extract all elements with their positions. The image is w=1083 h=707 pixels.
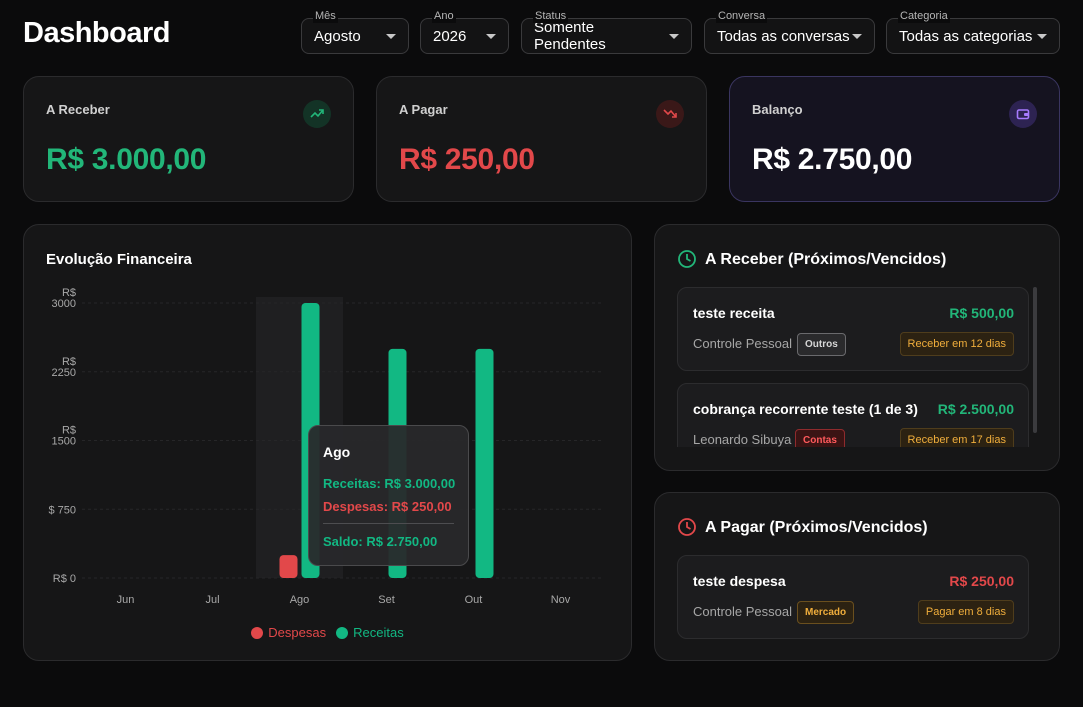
status-select[interactable]: Somente Pendentes: [521, 18, 692, 54]
trending-up-icon: [303, 100, 331, 128]
month-select[interactable]: Agosto: [301, 18, 409, 54]
wallet-icon: [1009, 100, 1037, 128]
item-owner: Leonardo Sibuya: [693, 432, 792, 447]
chevron-down-icon: [669, 33, 679, 39]
kpi-value: R$ 2.750,00: [752, 143, 913, 176]
payables-card: A Pagar (Próximos/Vencidos) teste despes…: [654, 492, 1060, 661]
receivables-card: A Receber (Próximos/Vencidos) teste rece…: [654, 224, 1060, 471]
item-amount: R$ 2.500,00: [937, 401, 1014, 417]
chevron-down-icon: [486, 33, 496, 39]
legend-label: Despesas: [268, 625, 327, 640]
trending-down-icon: [656, 100, 684, 128]
due-badge: Pagar em 8 dias: [917, 600, 1014, 624]
tooltip-title: Ago: [323, 444, 351, 460]
chart-tooltip: Ago Receitas: R$ 3.000,00 Despesas: R$ 2…: [308, 425, 469, 566]
kpi-label: Balanço: [752, 102, 803, 117]
item-amount: R$ 500,00: [949, 305, 1014, 321]
chevron-down-icon: [852, 33, 862, 39]
due-badge: Receber em 17 dias: [899, 428, 1014, 447]
x-tick-label: Set: [378, 594, 395, 606]
x-tick-label: Jul: [205, 594, 219, 606]
conversation-select[interactable]: Todas as conversas: [704, 18, 875, 54]
kpi-card-balance: Balanço R$ 2.750,00: [729, 76, 1060, 202]
y-tick-label: R$ 1500: [52, 425, 76, 448]
app: Dashboard Mês Agosto Ano 2026 Status Som…: [0, 0, 1083, 707]
kpi-label: A Receber: [46, 102, 110, 117]
kpi-value: R$ 250,00: [399, 143, 535, 176]
y-tick-label: $ 750: [48, 504, 76, 516]
category-tag: Contas: [795, 429, 845, 447]
legend-label: Receitas: [353, 625, 404, 640]
kpi-value: R$ 3.000,00: [46, 143, 207, 176]
conversation-select-value: Todas as conversas: [717, 27, 850, 45]
item-owner: Controle Pessoal: [693, 336, 792, 351]
bar-despesas: [279, 555, 298, 578]
legend-item-despesas[interactable]: Despesas: [251, 625, 326, 640]
category-tag: Mercado: [797, 601, 855, 624]
receivables-list[interactable]: teste receita R$ 500,00 Controle Pessoal…: [655, 225, 1059, 447]
chart-legend: Despesas Receitas: [24, 625, 631, 640]
kpi-card-receivable: A Receber R$ 3.000,00: [23, 76, 354, 202]
item-owner: Controle Pessoal: [693, 604, 792, 619]
y-tick-label: R$ 2250: [52, 356, 76, 379]
year-select-value: 2026: [433, 27, 467, 45]
x-tick-label: Ago: [290, 594, 310, 606]
bar-receitas: [475, 348, 494, 578]
x-tick-label: Nov: [551, 594, 571, 606]
item-title: teste despesa: [693, 573, 786, 589]
category-tag: Outros: [797, 333, 846, 356]
x-tick-label: Jun: [117, 594, 135, 606]
legend-item-receitas[interactable]: Receitas: [336, 625, 404, 640]
filter-year-label: Ano: [432, 10, 456, 23]
payables-title: A Pagar (Próximos/Vencidos): [705, 519, 928, 536]
chevron-down-icon: [386, 33, 396, 39]
chevron-down-icon: [1037, 33, 1047, 39]
clock-icon: [678, 518, 696, 536]
category-select-value: Todas as categorias: [899, 27, 1033, 45]
kpi-label: A Pagar: [399, 102, 448, 117]
item-title: teste receita: [693, 305, 775, 321]
month-select-value: Agosto: [314, 27, 361, 45]
due-badge: Receber em 12 dias: [899, 332, 1014, 356]
y-tick-label: R$ 3000: [52, 287, 76, 310]
scrollbar[interactable]: [1033, 287, 1037, 433]
item-title: cobrança recorrente teste (1 de 3): [693, 401, 918, 417]
year-select[interactable]: 2026: [420, 18, 509, 54]
category-select[interactable]: Todas as categorias: [886, 18, 1060, 54]
list-item[interactable]: teste receita R$ 500,00 Controle Pessoal…: [677, 287, 1029, 371]
chart-card: Evolução Financeira R$ 0 $ 750 R$ 1500 R$ 225…: [23, 224, 632, 661]
x-tick-label: Out: [465, 594, 483, 606]
y-tick-label: R$ 0: [53, 573, 76, 585]
page-title: Dashboard: [23, 17, 170, 49]
list-item[interactable]: cobrança recorrente teste (1 de 3) R$ 2.…: [677, 383, 1029, 447]
kpi-card-payable: A Pagar R$ 250,00: [376, 76, 707, 202]
filter-status-label: Status: [533, 10, 569, 23]
item-amount: R$ 250,00: [949, 573, 1014, 589]
tooltip-saldo: Saldo: R$ 2.750,00: [323, 534, 438, 549]
legend-swatch: [251, 626, 264, 639]
tooltip-despesas: Despesas: R$ 250,00: [323, 499, 452, 514]
filter-category-label: Categoria: [898, 10, 950, 23]
tooltip-divider: [323, 523, 454, 524]
filter-conversation-label: Conversa: [716, 10, 768, 23]
filter-month-label: Mês: [313, 10, 338, 23]
legend-swatch: [336, 626, 349, 639]
list-item[interactable]: teste despesa R$ 250,00 Controle Pessoal…: [677, 555, 1029, 639]
tooltip-receitas: Receitas: R$ 3.000,00: [323, 476, 456, 491]
status-select-value: Somente Pendentes: [534, 19, 606, 53]
